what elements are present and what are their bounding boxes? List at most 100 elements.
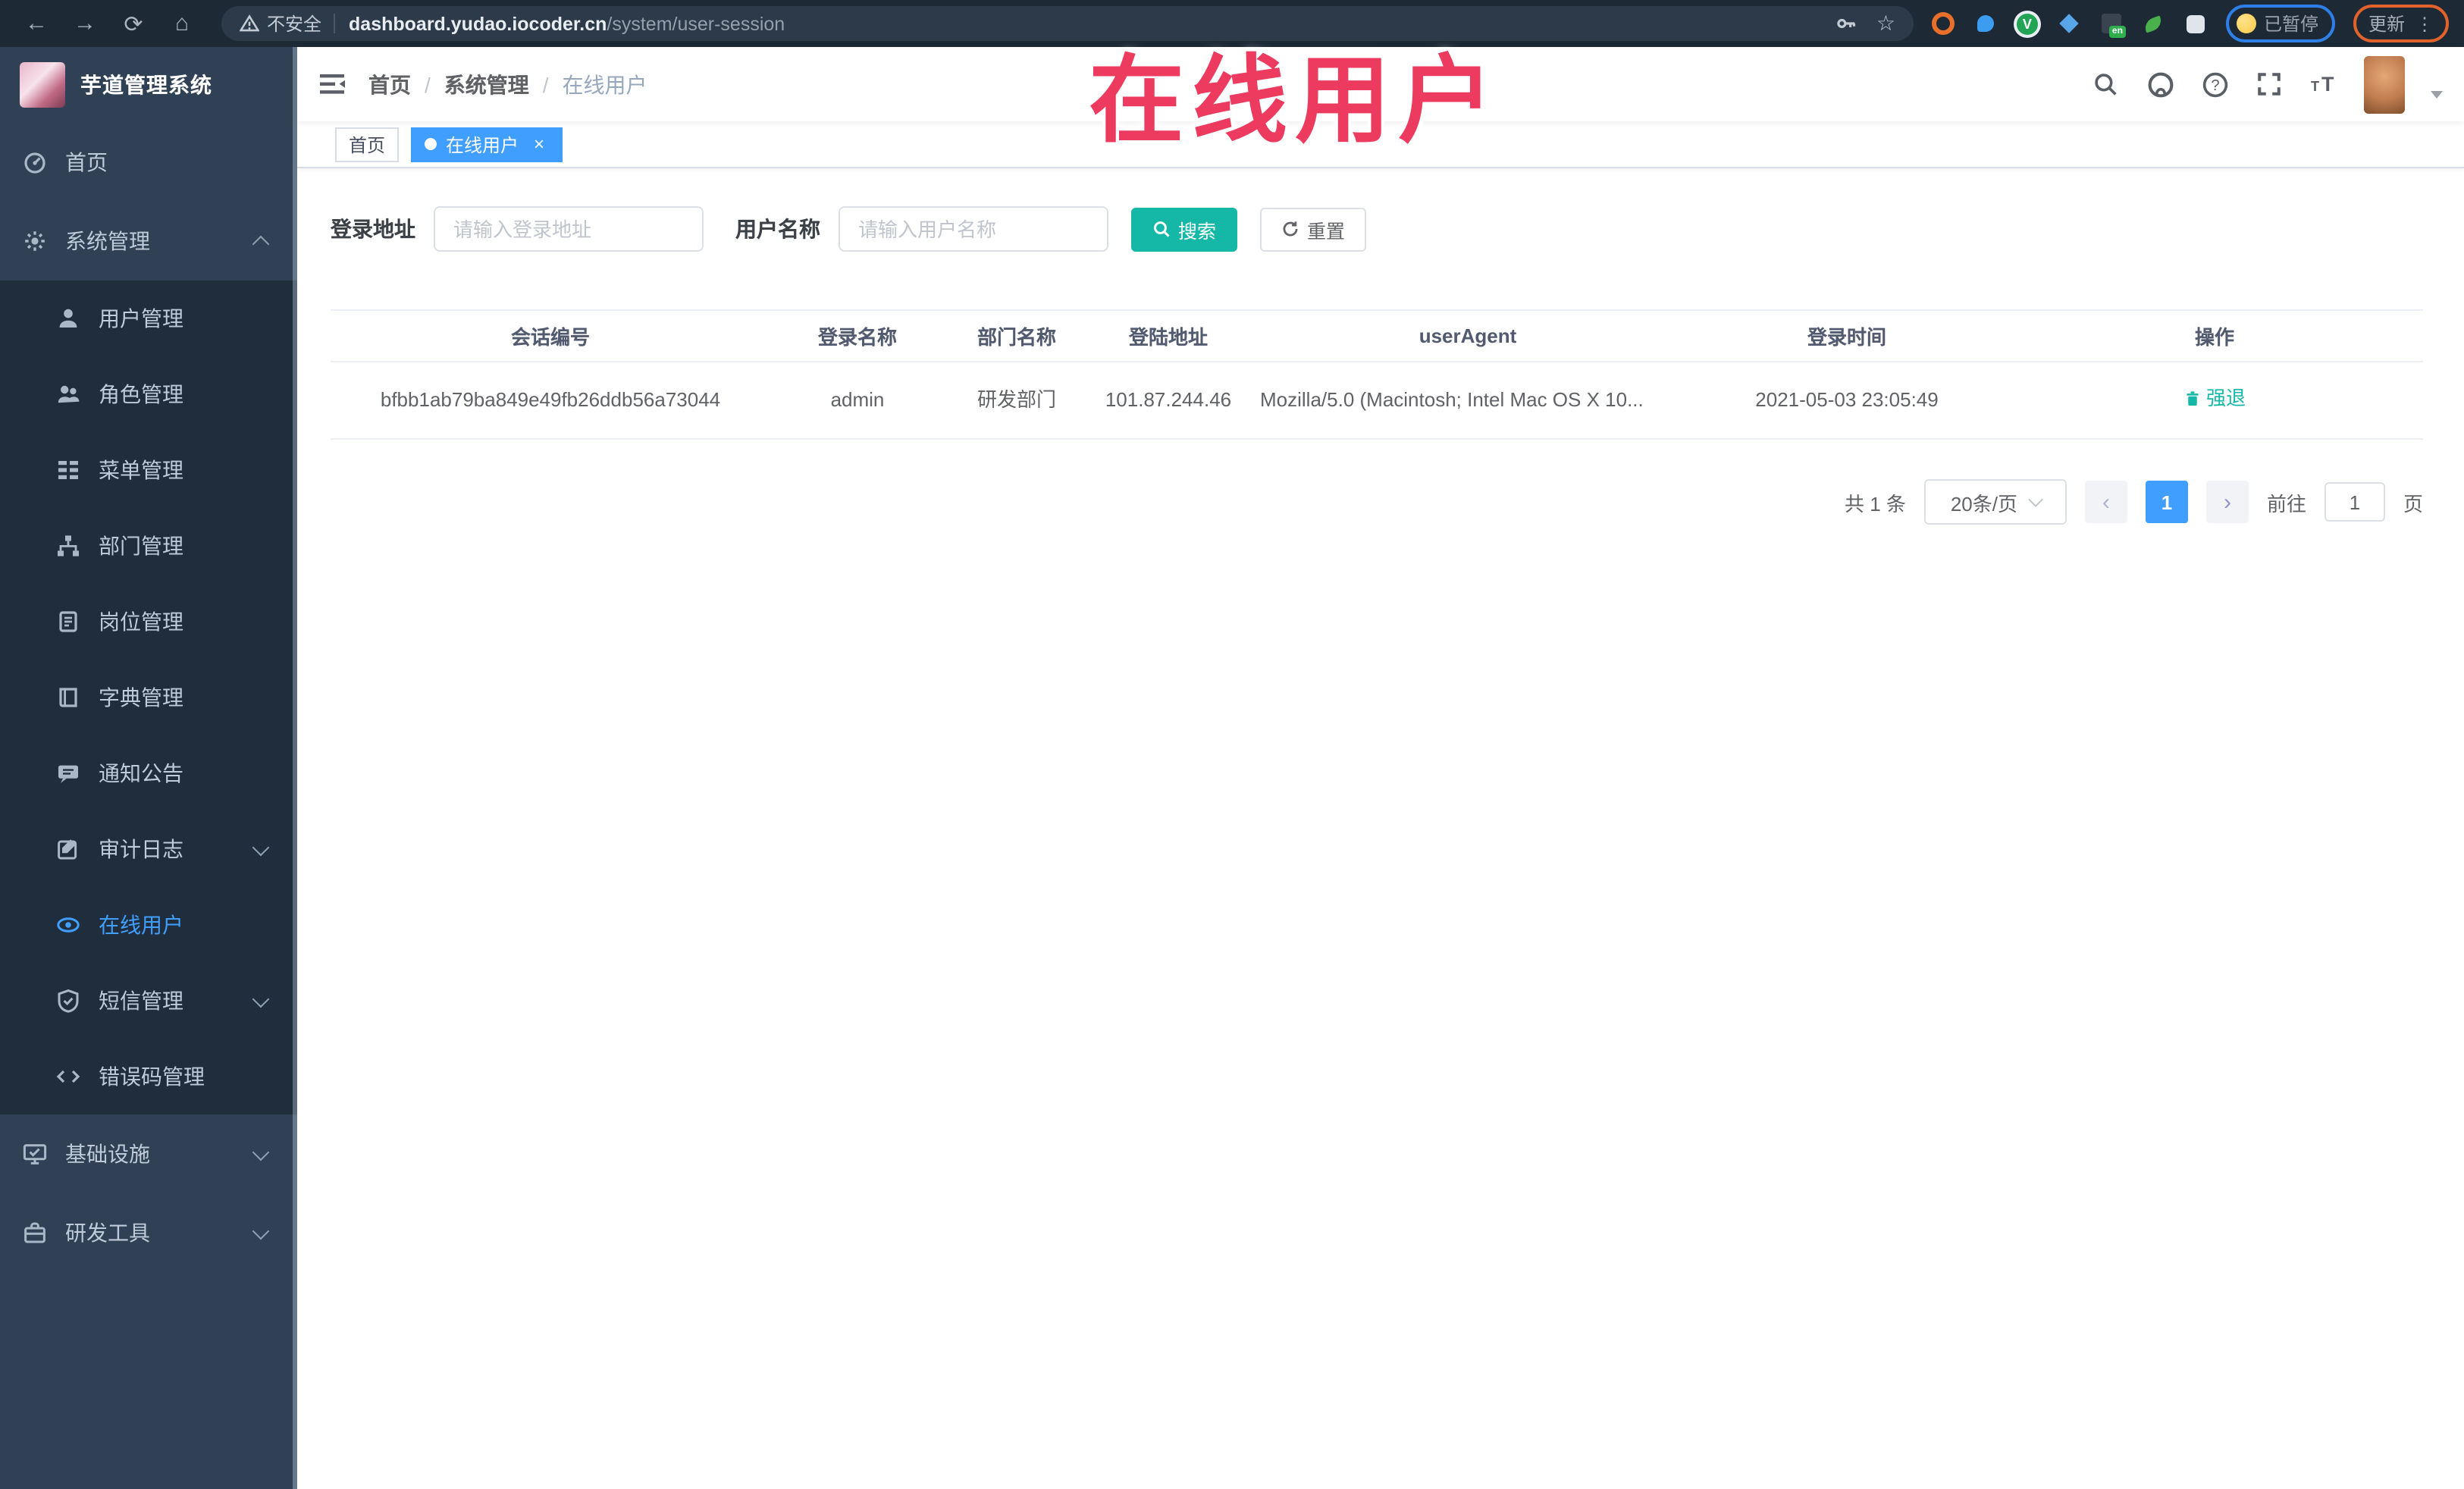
avatar[interactable]	[2364, 55, 2405, 113]
cell-dept-name: 研发部门	[945, 362, 1089, 440]
tool-icon	[23, 1221, 47, 1245]
security-label[interactable]: 不安全	[267, 11, 321, 36]
login-address-input[interactable]	[434, 206, 704, 252]
goto-page-input[interactable]	[2324, 482, 2385, 522]
reload-icon[interactable]: ⟳	[112, 5, 155, 42]
log-icon	[56, 837, 80, 861]
avatar-dropdown-caret-icon[interactable]	[2431, 91, 2443, 99]
page-size-select[interactable]: 20条/页	[1923, 479, 2067, 525]
divider	[334, 14, 336, 33]
tree-icon	[56, 534, 80, 558]
col-login-time: 登录时间	[1688, 309, 2006, 362]
breadcrumb-separator: /	[542, 72, 549, 96]
page-1-button[interactable]: 1	[2145, 481, 2188, 524]
menu-dots-icon[interactable]: ⋮	[2415, 13, 2434, 34]
sidebar: 芋道管理系统 首页 系统管理 用户管理 角色管理 菜单管理 部门管理 岗位管理 …	[0, 47, 297, 1489]
cell-actions: 强退	[2006, 362, 2423, 440]
sidebar-item-menu-mgmt[interactable]: 菜单管理	[0, 432, 297, 508]
bookmark-star-icon[interactable]: ☆	[1876, 11, 1895, 36]
col-user-agent: userAgent	[1248, 309, 1688, 362]
url-host[interactable]: dashboard.yudao.iocoder.cn	[349, 13, 607, 34]
tag-online-users[interactable]: 在线用户 ×	[411, 127, 563, 161]
peoples-icon	[56, 382, 80, 406]
search-button[interactable]: 搜索	[1131, 207, 1238, 251]
sidebar-item-post-mgmt[interactable]: 岗位管理	[0, 584, 297, 660]
app-logo-row[interactable]: 芋道管理系统	[0, 47, 297, 123]
hamburger-icon[interactable]	[297, 73, 368, 96]
pagination: 共 1 条 20条/页 ‹ 1 › 前往 页	[297, 479, 2423, 525]
cell-session-id: bfbb1ab79ba849e49fb26ddb56a73044	[331, 362, 770, 440]
chevron-up-icon	[252, 234, 270, 252]
pagination-total: 共 1 条	[1845, 492, 1906, 516]
url-path[interactable]: /system/user-session	[607, 13, 785, 34]
sms-icon	[56, 989, 80, 1013]
table-row: bfbb1ab79ba849e49fb26ddb56a73044 admin 研…	[331, 362, 2423, 440]
chevron-down-icon	[252, 838, 270, 856]
blue-diamond-icon[interactable]	[2058, 12, 2080, 35]
home-icon[interactable]: ⌂	[161, 5, 203, 42]
sidebar-item-home[interactable]: 首页	[0, 123, 297, 202]
green-leaf-icon[interactable]	[2143, 12, 2165, 35]
blue-pin-icon[interactable]	[1974, 12, 1997, 35]
cell-user-agent: Mozilla/5.0 (Macintosh; Intel Mac OS X 1…	[1248, 362, 1688, 440]
col-login-ip: 登陆地址	[1089, 309, 1248, 362]
key-icon[interactable]	[1835, 12, 1858, 35]
breadcrumb-current: 在线用户	[562, 72, 647, 96]
sidebar-item-user-mgmt[interactable]: 用户管理	[0, 281, 297, 356]
gear-icon	[23, 229, 47, 253]
cell-login-time: 2021-05-03 23:05:49	[1688, 362, 2006, 440]
sidebar-item-infrastructure[interactable]: 基础设施	[0, 1114, 297, 1193]
online-users-table: 会话编号 登录名称 部门名称 登陆地址 userAgent 登录时间 操作 bf…	[331, 309, 2423, 440]
tree-table-icon	[56, 458, 80, 482]
emoji-icon	[2236, 14, 2256, 33]
reset-button[interactable]: 重置	[1260, 207, 1367, 251]
code-icon	[56, 1064, 80, 1089]
app-title: 芋道管理系统	[80, 73, 212, 97]
sidebar-item-system-mgmt[interactable]: 系统管理	[0, 202, 297, 281]
cell-login-name: admin	[770, 362, 945, 440]
tag-home[interactable]: 首页	[335, 127, 400, 161]
forward-icon[interactable]: →	[64, 5, 106, 42]
force-logout-button[interactable]: 强退	[2183, 384, 2246, 414]
col-login-name: 登录名称	[770, 309, 945, 362]
close-icon[interactable]: ×	[529, 134, 549, 154]
username-input[interactable]	[839, 206, 1108, 252]
puzzle-icon[interactable]	[2185, 12, 2208, 35]
breadcrumb-home[interactable]: 首页	[368, 69, 411, 99]
paused-badge[interactable]: 已暂停	[2225, 5, 2335, 42]
col-session-id: 会话编号	[331, 309, 770, 362]
sidebar-item-online-users[interactable]: 在线用户	[0, 887, 297, 963]
sidebar-item-error-code[interactable]: 错误码管理	[0, 1039, 297, 1114]
help-icon[interactable]: ?	[2200, 70, 2229, 99]
font-size-icon[interactable]: TT	[2309, 70, 2338, 99]
online-icon	[56, 913, 80, 937]
breadcrumb-system[interactable]: 系统管理	[444, 69, 529, 99]
back-icon[interactable]: ←	[15, 5, 58, 42]
translate-en-icon[interactable]: en	[2100, 12, 2126, 38]
sidebar-item-dict-mgmt[interactable]: 字典管理	[0, 660, 297, 735]
sidebar-item-dev-tools[interactable]: 研发工具	[0, 1193, 297, 1272]
main-content: 登录地址 用户名称 搜索 重置 会话	[297, 168, 2464, 1489]
orange-ring-icon[interactable]	[1931, 12, 1955, 35]
green-v-icon[interactable]: V	[2016, 13, 2038, 34]
search-icon[interactable]	[2091, 70, 2120, 99]
login-address-label: 登录地址	[331, 217, 415, 241]
address-bar[interactable]: 不安全 dashboard.yudao.iocoder.cn /system/u…	[221, 6, 1914, 41]
chevron-down-icon	[252, 1221, 270, 1240]
chevron-down-icon	[2027, 492, 2042, 508]
next-page-button[interactable]: ›	[2205, 481, 2249, 524]
prev-page-button[interactable]: ‹	[2084, 481, 2127, 524]
extensions-area: V en	[1931, 12, 2208, 38]
sidebar-item-dept-mgmt[interactable]: 部门管理	[0, 508, 297, 584]
chevron-down-icon	[252, 1143, 270, 1161]
sidebar-item-role-mgmt[interactable]: 角色管理	[0, 356, 297, 432]
sidebar-item-notice[interactable]: 通知公告	[0, 735, 297, 811]
warning-icon	[240, 14, 259, 33]
sidebar-item-sms-mgmt[interactable]: 短信管理	[0, 963, 297, 1039]
cell-login-ip: 101.87.244.46	[1089, 362, 1248, 440]
update-button[interactable]: 更新 ⋮	[2353, 5, 2449, 42]
github-icon[interactable]	[2146, 70, 2174, 99]
fullscreen-icon[interactable]	[2255, 70, 2284, 99]
sidebar-item-audit-log[interactable]: 审计日志	[0, 811, 297, 887]
filter-form: 登录地址 用户名称 搜索 重置	[331, 206, 2464, 252]
